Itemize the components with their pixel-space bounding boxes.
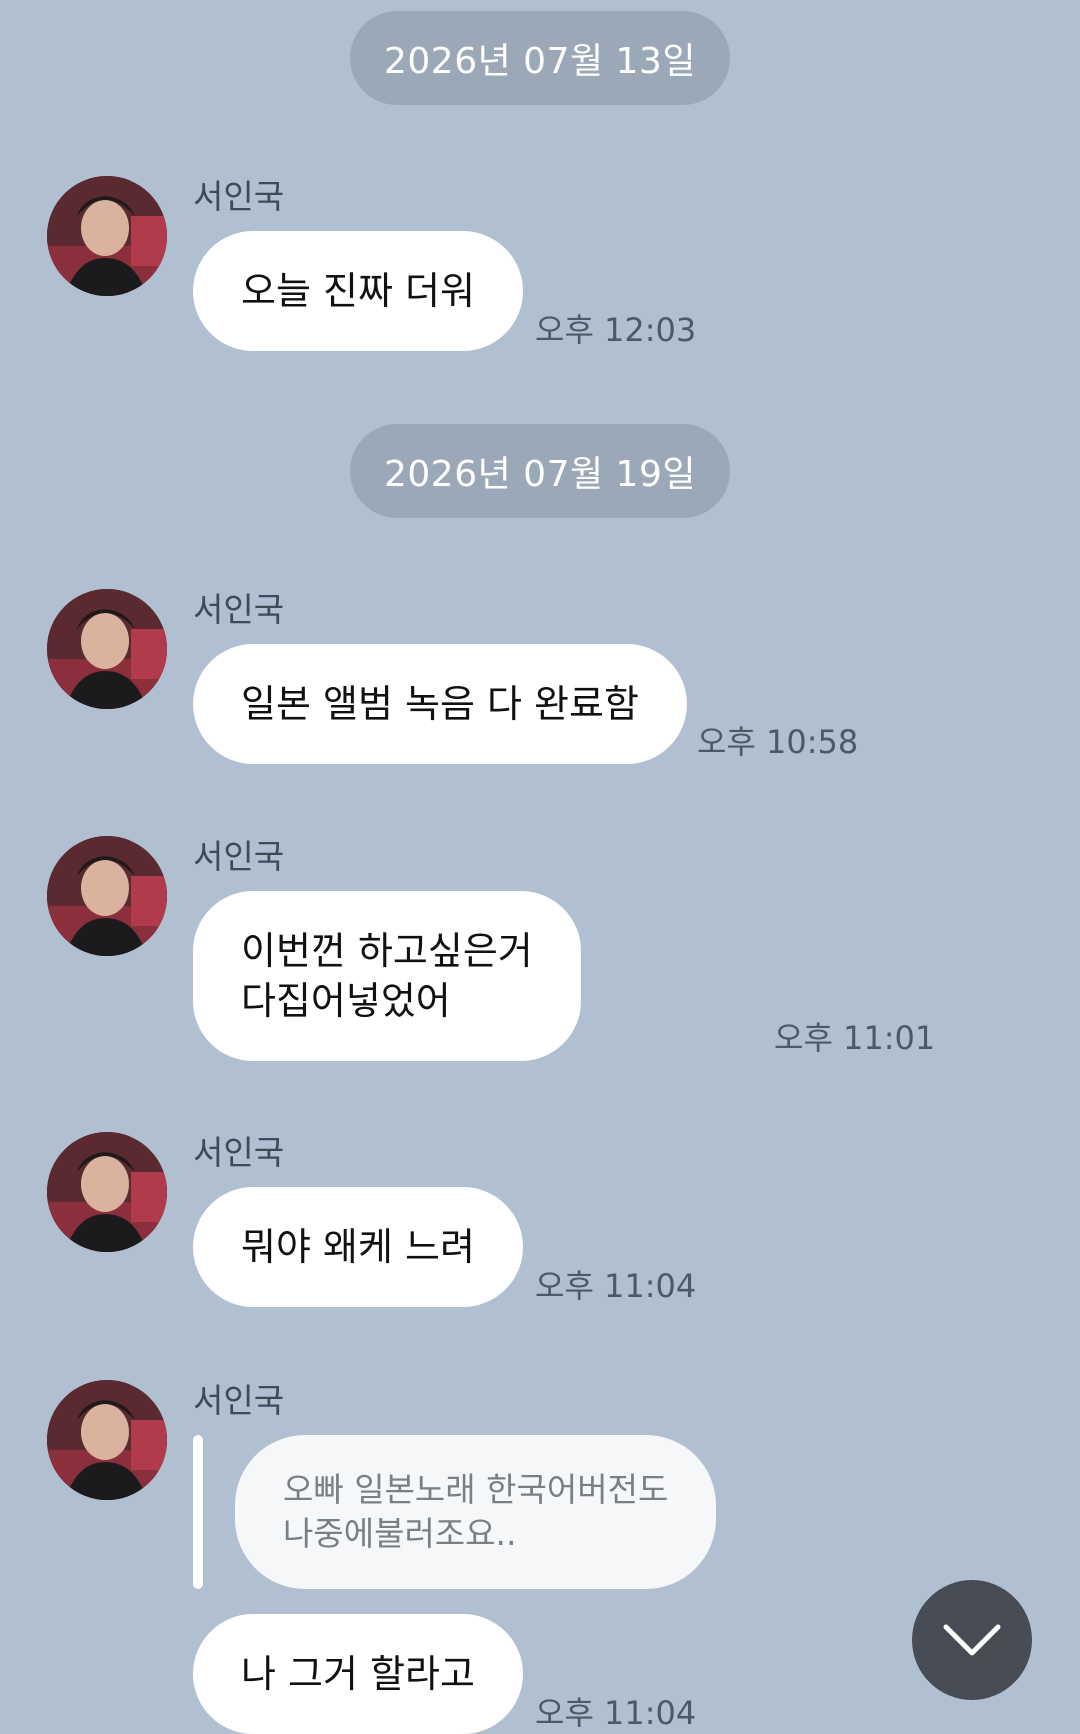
date-separator: 2026년 07월 13일 [350,11,730,105]
sender-name: 서인국 [193,837,285,876]
message-time: 오후 11:01 [774,1019,936,1057]
message-text: 오늘 진짜 더워 [241,269,475,313]
message-bubble[interactable]: 나 그거 할라고 [193,1614,523,1734]
avatar-photo-icon [47,1132,167,1252]
sender-avatar[interactable] [47,836,167,956]
avatar-photo-icon [47,1380,167,1500]
avatar-photo-icon [47,836,167,956]
date-label: 2026년 07월 19일 [384,454,696,495]
sender-name: 서인국 [193,1381,285,1420]
quoted-reply-bubble[interactable]: 오빠 일본노래 한국어버전도 나중에불러조요.. [235,1435,717,1589]
message-bubble[interactable]: 뭐야 왜케 느려 [193,1187,523,1307]
sender-avatar[interactable] [47,176,167,296]
message-time: 오후 11:04 [535,1267,697,1305]
message-bubble[interactable]: 일본 앨범 녹음 다 완료함 [193,644,687,764]
date-label: 2026년 07월 13일 [384,41,696,82]
message-bubble[interactable]: 이번껀 하고싶은거 다집어넣었어 [193,891,581,1061]
message-text: 이번껀 하고싶은거 다집어넣었어 [241,929,533,1023]
avatar-photo-icon [47,589,167,709]
sender-name: 서인국 [193,590,285,629]
message-bubble[interactable]: 오늘 진짜 더워 [193,231,523,351]
scroll-to-bottom-button[interactable] [912,1580,1032,1700]
message-time: 오후 11:04 [535,1694,697,1732]
sender-name: 서인국 [193,1133,285,1172]
sender-avatar[interactable] [47,1380,167,1500]
sender-avatar[interactable] [47,1132,167,1252]
avatar-photo-icon [47,176,167,296]
message-text: 나 그거 할라고 [241,1652,475,1696]
chevron-down-icon [943,1624,1001,1656]
quoted-reply-text: 오빠 일본노래 한국어버전도 나중에불러조요.. [283,1470,669,1553]
message-time: 오후 10:58 [697,723,859,761]
message-time: 오후 12:03 [535,311,697,349]
message-text: 일본 앨범 녹음 다 완료함 [241,682,639,726]
reply-indicator-bar [193,1435,203,1589]
message-text: 뭐야 왜케 느려 [241,1225,475,1269]
sender-name: 서인국 [193,177,285,216]
sender-avatar[interactable] [47,589,167,709]
date-separator: 2026년 07월 19일 [350,424,730,518]
